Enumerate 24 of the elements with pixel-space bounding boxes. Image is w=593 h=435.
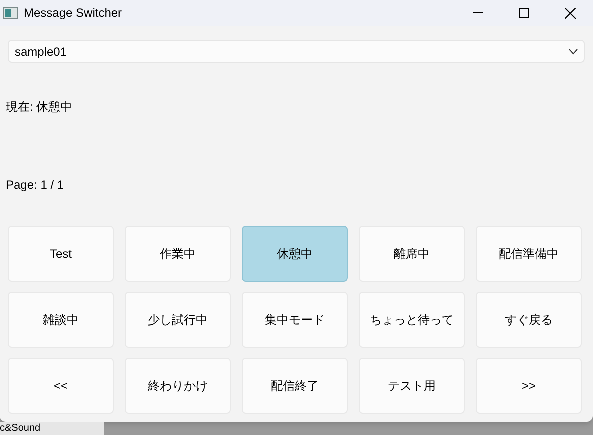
app-icon [3, 7, 18, 19]
message-button[interactable]: 離席中 [359, 226, 465, 282]
status-label: 現在: 休憩中 [6, 99, 74, 115]
background-window-text: c&Sound [0, 423, 41, 435]
chevron-down-icon [569, 48, 578, 54]
message-button[interactable]: << [8, 358, 114, 414]
message-button[interactable]: すぐ戻る [476, 292, 582, 348]
window-title: Message Switcher [24, 5, 122, 22]
message-button[interactable]: 休憩中 [242, 226, 348, 282]
message-button[interactable]: 作業中 [125, 226, 231, 282]
message-button[interactable]: 雑談中 [8, 292, 114, 348]
message-button[interactable]: 集中モード [242, 292, 348, 348]
message-button[interactable]: 配信終了 [242, 358, 348, 414]
message-button[interactable]: 少し試行中 [125, 292, 231, 348]
message-button[interactable]: >> [476, 358, 582, 414]
maximize-icon [519, 8, 529, 18]
message-button[interactable]: 終わりかけ [125, 358, 231, 414]
message-button[interactable]: ちょっと待って [359, 292, 465, 348]
message-button[interactable]: 配信準備中 [476, 226, 582, 282]
message-button[interactable]: テスト用 [359, 358, 465, 414]
page-label: Page: 1 / 1 [6, 177, 66, 193]
close-icon [564, 8, 576, 18]
message-button[interactable]: Test [8, 226, 114, 282]
profile-dropdown[interactable]: sample01 [8, 40, 585, 63]
